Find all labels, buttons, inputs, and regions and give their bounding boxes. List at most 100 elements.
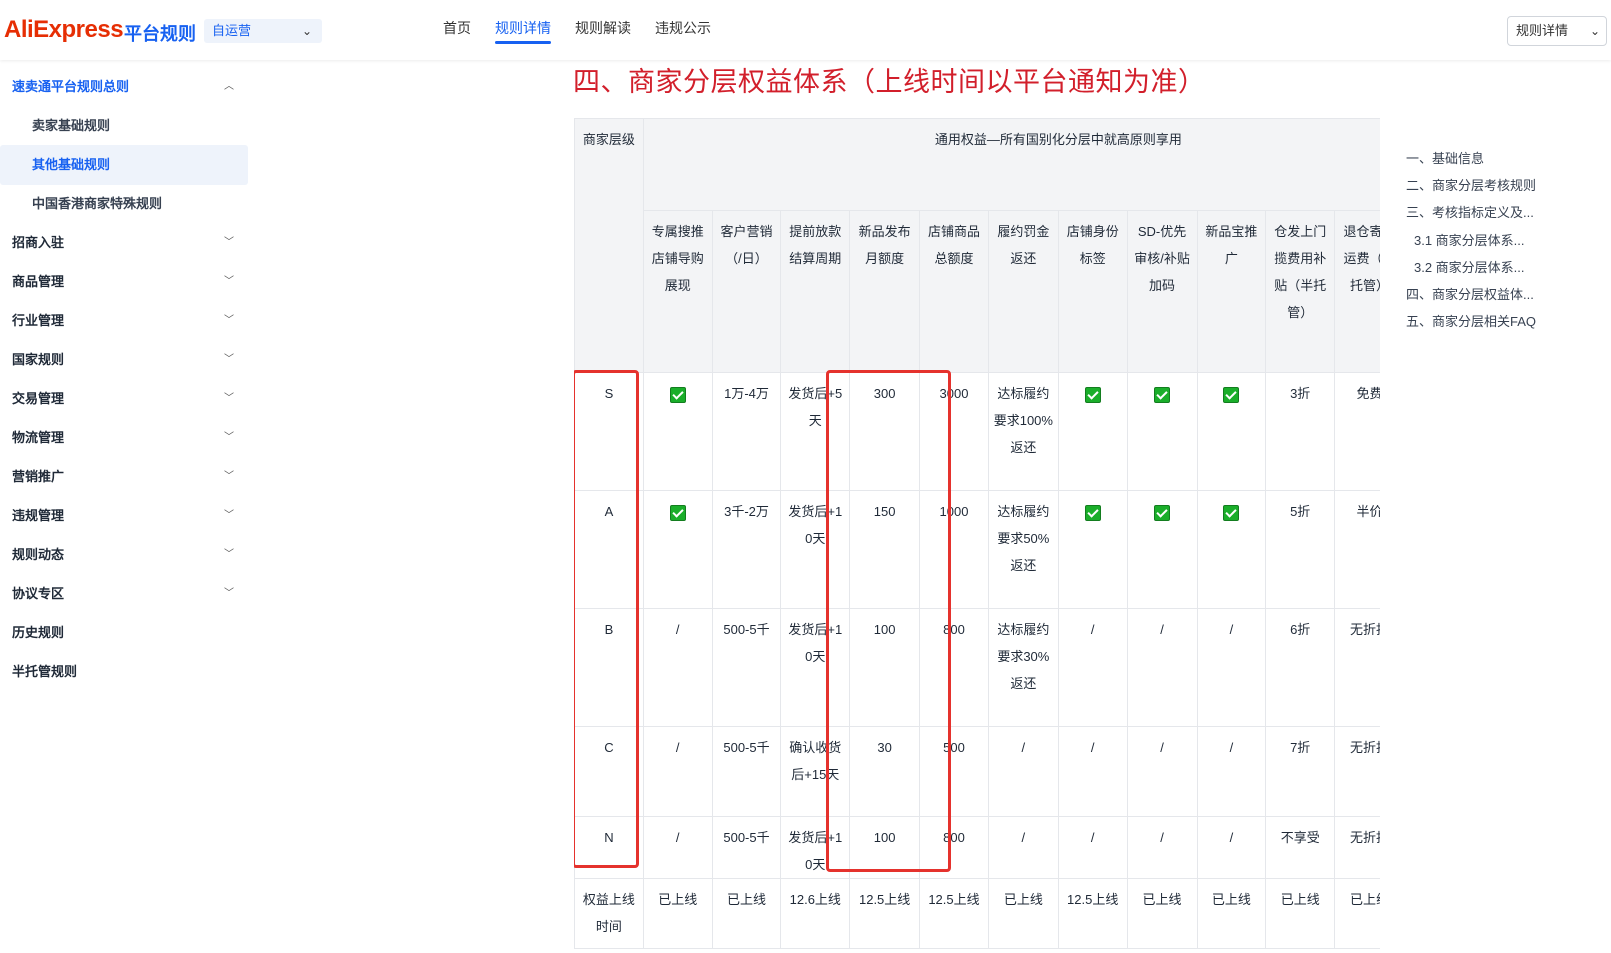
sidebar-item-general-rules[interactable]: 速卖通平台规则总则 ︿ — [0, 67, 248, 107]
table-cell: 100 — [849, 816, 921, 879]
nav-rule-interpretation[interactable]: 规则解读 — [575, 18, 631, 44]
platform-rules-title[interactable]: 平台规则 — [124, 20, 196, 46]
general-benefits-header: 通用权益—所有国别化分层中就高原则享用 — [642, 118, 1384, 211]
column-header: 客户营销（/日） — [711, 210, 782, 373]
chevron-down-icon: ﹀ — [224, 354, 234, 365]
table-cell: / — [642, 816, 713, 879]
sidebar-item-other-basic-rules[interactable]: 其他基础规则 — [0, 145, 248, 185]
table-row: B/500-5千发货后+10天100800达标履约要求30%返还///6折无折扣… — [574, 608, 1384, 727]
sidebar-item-country-rules[interactable]: 国家规则 ﹀ — [0, 340, 248, 380]
table-cell: 半价 — [1334, 490, 1384, 609]
table-cell: / — [1057, 726, 1128, 817]
toc-item-3-1[interactable]: 3.1 商家分层体系... — [1414, 230, 1525, 249]
top-nav: 首页 规则详情 规则解读 违规公示 — [443, 18, 735, 44]
launch-time-label: 权益上线时间 — [574, 878, 644, 949]
table-cell: 发货后+10天 — [780, 490, 851, 609]
check-cell — [1057, 372, 1128, 491]
check-cell — [1196, 490, 1267, 609]
table-cell: 30 — [849, 726, 921, 817]
sidebar-item-agreements[interactable]: 协议专区 ﹀ — [0, 574, 248, 614]
launch-time-cell: 已上线 — [987, 878, 1059, 949]
sidebar-item-seller-basic-rules[interactable]: 卖家基础规则 — [0, 106, 248, 146]
launch-time-cell: 12.5上线 — [1057, 878, 1128, 949]
check-cell — [1057, 490, 1128, 609]
sidebar-item-hk-special-rules[interactable]: 中国香港商家特殊规则 — [0, 184, 248, 224]
table-cell: 3000 — [919, 372, 989, 491]
table-cell: / — [642, 726, 713, 817]
benefits-table-container[interactable]: 商家层级 通用权益—所有国别化分层中就高原则享用 专属搜推店铺导购展现 客户营销（… — [574, 118, 1384, 953]
table-cell: 确认收货后+15天 — [780, 726, 851, 817]
chevron-down-icon: ﹀ — [224, 471, 234, 482]
chevron-down-icon: ⌄ — [1589, 24, 1600, 38]
aliexpress-logo[interactable]: AliExpress — [4, 16, 124, 44]
sidebar-item-violation-management[interactable]: 违规管理 ﹀ — [0, 496, 248, 536]
check-icon — [1084, 504, 1101, 521]
check-icon — [1154, 504, 1171, 521]
sidebar-item-product-management[interactable]: 商品管理 ﹀ — [0, 262, 248, 302]
table-row: N/500-5千发货后+10天100800////不享受无折扣/ — [574, 816, 1384, 879]
sidebar-item-trade-management[interactable]: 交易管理 ﹀ — [0, 379, 248, 419]
table-cell: / — [987, 726, 1059, 817]
table-cell: 达标履约要求100%返还 — [987, 372, 1059, 491]
chevron-down-icon: ﹀ — [224, 237, 234, 248]
toc-item-faq[interactable]: 五、商家分层相关FAQ — [1406, 311, 1536, 330]
table-cell: / — [1196, 726, 1267, 817]
table-row: A3千-2万发货后+10天1501000达标履约要求50%返还5折半价/ — [574, 490, 1384, 609]
sidebar-item-semi-managed-rules[interactable]: 半托管规则 — [0, 652, 248, 692]
table-cell: / — [987, 816, 1059, 879]
toc-item-basic-info[interactable]: 一、基础信息 — [1406, 148, 1484, 167]
table-cell: 无折扣 — [1334, 726, 1384, 817]
launch-time-cell: 12.5上线 — [919, 878, 989, 949]
column-header: 新品发布月额度 — [849, 210, 921, 373]
tier-level-cell: C — [574, 726, 644, 817]
table-cell: 100 — [849, 608, 921, 727]
sidebar-item-logistics-management[interactable]: 物流管理 ﹀ — [0, 418, 248, 458]
toc-item-indicator-definitions[interactable]: 三、考核指标定义及... — [1406, 202, 1534, 221]
launch-time-cell: 已上线 — [1334, 878, 1384, 949]
table-cell: 达标履约要求50%返还 — [987, 490, 1059, 609]
table-cell: 500-5千 — [711, 608, 782, 727]
table-cell: / — [1126, 608, 1198, 727]
sidebar: 速卖通平台规则总则 ︿ 卖家基础规则 其他基础规则 中国香港商家特殊规则 招商入… — [0, 60, 258, 953]
chevron-down-icon: ﹀ — [224, 588, 234, 599]
table-cell: 达标履约要求30%返还 — [987, 608, 1059, 727]
table-cell: 3折 — [1265, 372, 1336, 491]
column-header: 提前放款结算周期 — [780, 210, 851, 373]
section-title: 四、商家分层权益体系（上线时间以平台通知为准） — [573, 67, 1206, 97]
table-cell: 发货后+10天 — [780, 816, 851, 879]
chevron-down-icon: ﹀ — [224, 549, 234, 560]
main-content: 四、商家分层权益体系（上线时间以平台通知为准） 商家层级 通用权益—所有国别化分… — [258, 60, 1384, 953]
launch-time-cell: 已上线 — [642, 878, 713, 949]
sidebar-item-marketing[interactable]: 营销推广 ﹀ — [0, 457, 248, 497]
table-cell: / — [1126, 816, 1198, 879]
chevron-down-icon: ﹀ — [224, 276, 234, 287]
tier-level-cell: N — [574, 816, 644, 879]
sidebar-item-merchant-onboarding[interactable]: 招商入驻 ﹀ — [0, 223, 248, 263]
table-row: C/500-5千确认收货后+15天30500////7折无折扣/ — [574, 726, 1384, 817]
site-select[interactable]: 自运营 ⌄ — [204, 19, 322, 43]
sidebar-item-rule-updates[interactable]: 规则动态 ﹀ — [0, 535, 248, 575]
nav-home[interactable]: 首页 — [443, 18, 471, 44]
table-cell: 发货后+5天 — [780, 372, 851, 491]
toc-item-3-2[interactable]: 3.2 商家分层体系... — [1414, 257, 1525, 276]
chevron-down-icon: ﹀ — [224, 315, 234, 326]
site-select-value: 自运营 — [212, 23, 252, 38]
check-icon — [669, 504, 686, 521]
sidebar-item-industry-management[interactable]: 行业管理 ﹀ — [0, 301, 248, 341]
toc-item-benefit-system[interactable]: 四、商家分层权益体... — [1406, 284, 1534, 303]
table-cell: 1万-4万 — [711, 372, 782, 491]
nav-rule-details[interactable]: 规则详情 — [495, 18, 551, 44]
sidebar-item-history-rules[interactable]: 历史规则 — [0, 613, 248, 653]
tier-level-header: 商家层级 — [574, 118, 644, 373]
column-header: 店铺商品总额度 — [919, 210, 989, 373]
nav-violation-notice[interactable]: 违规公示 — [655, 18, 711, 44]
check-icon — [1223, 386, 1240, 403]
rule-detail-select[interactable]: 规则详情 ⌄ — [1507, 16, 1607, 46]
table-cell: 1000 — [919, 490, 989, 609]
launch-time-row: 权益上线时间 已上线 已上线 12.6上线 12.5上线 12.5上线 已上线 12.5上线已… — [574, 878, 1384, 949]
table-cell: 800 — [919, 608, 989, 727]
check-cell — [642, 372, 713, 491]
column-header: 履约罚金返还 — [987, 210, 1059, 373]
chevron-up-icon: ︿ — [224, 81, 234, 92]
toc-item-assessment-rules[interactable]: 二、商家分层考核规则 — [1406, 175, 1536, 194]
